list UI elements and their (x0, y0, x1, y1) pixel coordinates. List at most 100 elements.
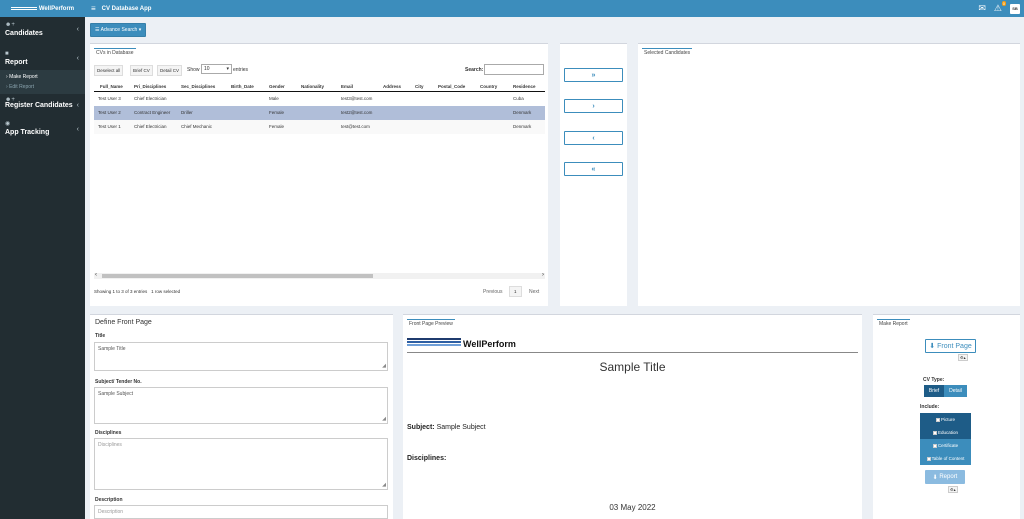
table-row-selected[interactable]: Test User 2 Contract Engineer Driller Fe… (94, 105, 545, 120)
table-row[interactable]: Test User 3 Chief Electrician Male test3… (94, 92, 545, 106)
chevron-left-icon: ‹ (76, 26, 79, 33)
column-header[interactable]: Residence (513, 82, 545, 92)
report-download-button[interactable]: ⬇ Report (925, 470, 965, 484)
front-page-options-button[interactable]: ⚙▴ (958, 354, 968, 361)
cv-type-label: CV Type: (923, 377, 945, 383)
remove-selected-button[interactable]: ‹ (564, 131, 623, 145)
table-cell (480, 105, 513, 120)
table-cell (301, 119, 341, 134)
table-cell (231, 119, 269, 134)
sidebar-logo: WellPerform (0, 0, 85, 17)
include-certificate-option[interactable]: Certificate (920, 439, 971, 452)
sidebar-item-label: Candidates (5, 30, 43, 37)
cv-type-brief-option[interactable]: Brief (924, 385, 944, 397)
description-textarea[interactable]: Description (94, 505, 388, 519)
column-header[interactable]: Postal_Code (438, 82, 480, 92)
scroll-right-icon[interactable]: › (542, 272, 544, 278)
column-header[interactable]: Pri_Disciplines (134, 82, 181, 92)
tab-selected-candidates[interactable]: Selected Candidates (642, 48, 693, 57)
sidebar-item-app-tracking[interactable]: ◉ App Tracking ‹ (0, 113, 85, 140)
table-cell (480, 92, 513, 106)
page-1-button[interactable]: 1 (509, 286, 522, 297)
advance-search-button[interactable]: ☰ Advance Search ▾ (90, 23, 147, 37)
include-picture-option[interactable]: Picture (920, 413, 971, 426)
menu-toggle-icon[interactable]: ≡ (91, 4, 96, 13)
define-front-page-title: Define Front Page (95, 319, 152, 326)
add-all-button[interactable]: » (564, 68, 623, 82)
brief-cv-button[interactable]: Brief CV (130, 65, 153, 76)
column-header[interactable]: Address (383, 82, 415, 92)
remove-all-button[interactable]: « (564, 162, 623, 176)
selected-candidates-box: Selected Candidates (638, 43, 1020, 306)
chevron-down-icon: ‹ (76, 55, 79, 62)
sidebar: WellPerform ☻+ Candidates ‹ ■ Report ‹ ›… (0, 0, 85, 519)
checkbox-checked-icon (932, 430, 937, 435)
sidebar-subitem-make-report[interactable]: › Make Report (0, 72, 85, 82)
preview-logo: WellPerform (407, 334, 516, 349)
column-header[interactable]: Email (341, 82, 383, 92)
table-cell: Contract Engineer (134, 105, 181, 120)
table-cell (415, 119, 438, 134)
include-education-option[interactable]: Education (920, 426, 971, 439)
checkbox-icon (932, 443, 937, 448)
sidebar-item-report[interactable]: ■ Report ‹ (0, 41, 85, 70)
chevron-down-icon: ▾ (226, 66, 229, 72)
search-input[interactable] (484, 64, 544, 75)
column-header[interactable]: City (415, 82, 438, 92)
column-header[interactable]: Full_Name (94, 82, 134, 92)
download-icon: ⬇ (932, 474, 938, 481)
sidebar-subitem-edit-report[interactable]: › Edit Report (0, 82, 85, 92)
resize-handle-icon[interactable]: ◢ (382, 364, 386, 369)
messages-icon[interactable]: ✉ (978, 3, 986, 14)
file-icon: ■ (5, 51, 9, 57)
table-row[interactable]: Test User 1 Chief Electrician Chief Mech… (94, 119, 545, 134)
previous-page-button[interactable]: Previous (483, 289, 502, 295)
sidebar-item-candidates[interactable]: ☻+ Candidates ‹ (0, 17, 85, 41)
table-cell: Test User 1 (94, 119, 134, 134)
column-header[interactable]: Gender (269, 82, 301, 92)
horizontal-scrollbar[interactable]: ‹ › (94, 272, 545, 279)
column-header[interactable]: Nationality (301, 82, 341, 92)
column-header[interactable]: Birth_Date (231, 82, 269, 92)
user-avatar[interactable]: SB (1010, 3, 1020, 14)
next-page-button[interactable]: Next (529, 289, 539, 295)
caret-down-icon: ▾ (138, 27, 142, 33)
resize-handle-icon[interactable]: ◢ (382, 417, 386, 422)
table-cell (438, 119, 480, 134)
tab-make-report[interactable]: Make Report (877, 319, 910, 328)
preview-logo-text: WellPerform (463, 339, 516, 349)
cv-type-detail-option[interactable]: Detail (944, 385, 967, 397)
table-cell (181, 92, 231, 106)
add-selected-button[interactable]: › (564, 99, 623, 113)
table-info: Showing 1 to 3 of 3 entries 1 row select… (94, 289, 181, 294)
table-cell (383, 92, 415, 106)
warning-icon[interactable]: ⚠ 0 (994, 1, 1006, 14)
column-header[interactable]: Country (480, 82, 513, 92)
disciplines-textarea[interactable]: Disciplines ◢ (94, 438, 388, 490)
column-header[interactable]: Sec_Disciplines (181, 82, 231, 92)
title-textarea[interactable]: Sample Title ◢ (94, 342, 388, 371)
deselect-all-button[interactable]: Deselect all (94, 65, 124, 76)
table-cell: Chief Electrician (134, 96, 167, 102)
front-page-download-button[interactable]: ⬇ Front Page (925, 339, 976, 353)
include-table-of-content-option[interactable]: Table of Content (920, 452, 971, 465)
resize-handle-icon[interactable]: ◢ (382, 483, 386, 488)
tab-front-page-preview[interactable]: Front Page Preview (407, 319, 455, 328)
checkbox-checked-icon (935, 417, 940, 422)
include-label: Include: (920, 404, 940, 410)
sidebar-item-register-candidates[interactable]: ☻+ Register Candidates ‹ (0, 94, 85, 113)
detail-cv-button[interactable]: Detail CV (157, 65, 183, 76)
entries-select[interactable]: 10 ▾ (201, 64, 232, 74)
scroll-left-icon[interactable]: ‹ (95, 272, 97, 278)
scrollbar-thumb[interactable] (102, 274, 373, 278)
table-cell: Male (269, 96, 279, 102)
tab-cvs-in-database[interactable]: CVs in Database (94, 48, 136, 57)
preview-divider (407, 352, 858, 353)
subject-textarea[interactable]: Sample Subject ◢ (94, 387, 388, 424)
sidebar-item-label: Register Candidates (5, 102, 73, 109)
table-cell: Chief Electrician (134, 119, 181, 134)
table-cell: Chief Mechanic (181, 119, 231, 134)
chevron-left-icon: ‹ (76, 126, 79, 133)
download-icon: ⬇ (929, 343, 936, 350)
report-options-button[interactable]: ⚙▴ (948, 486, 958, 493)
